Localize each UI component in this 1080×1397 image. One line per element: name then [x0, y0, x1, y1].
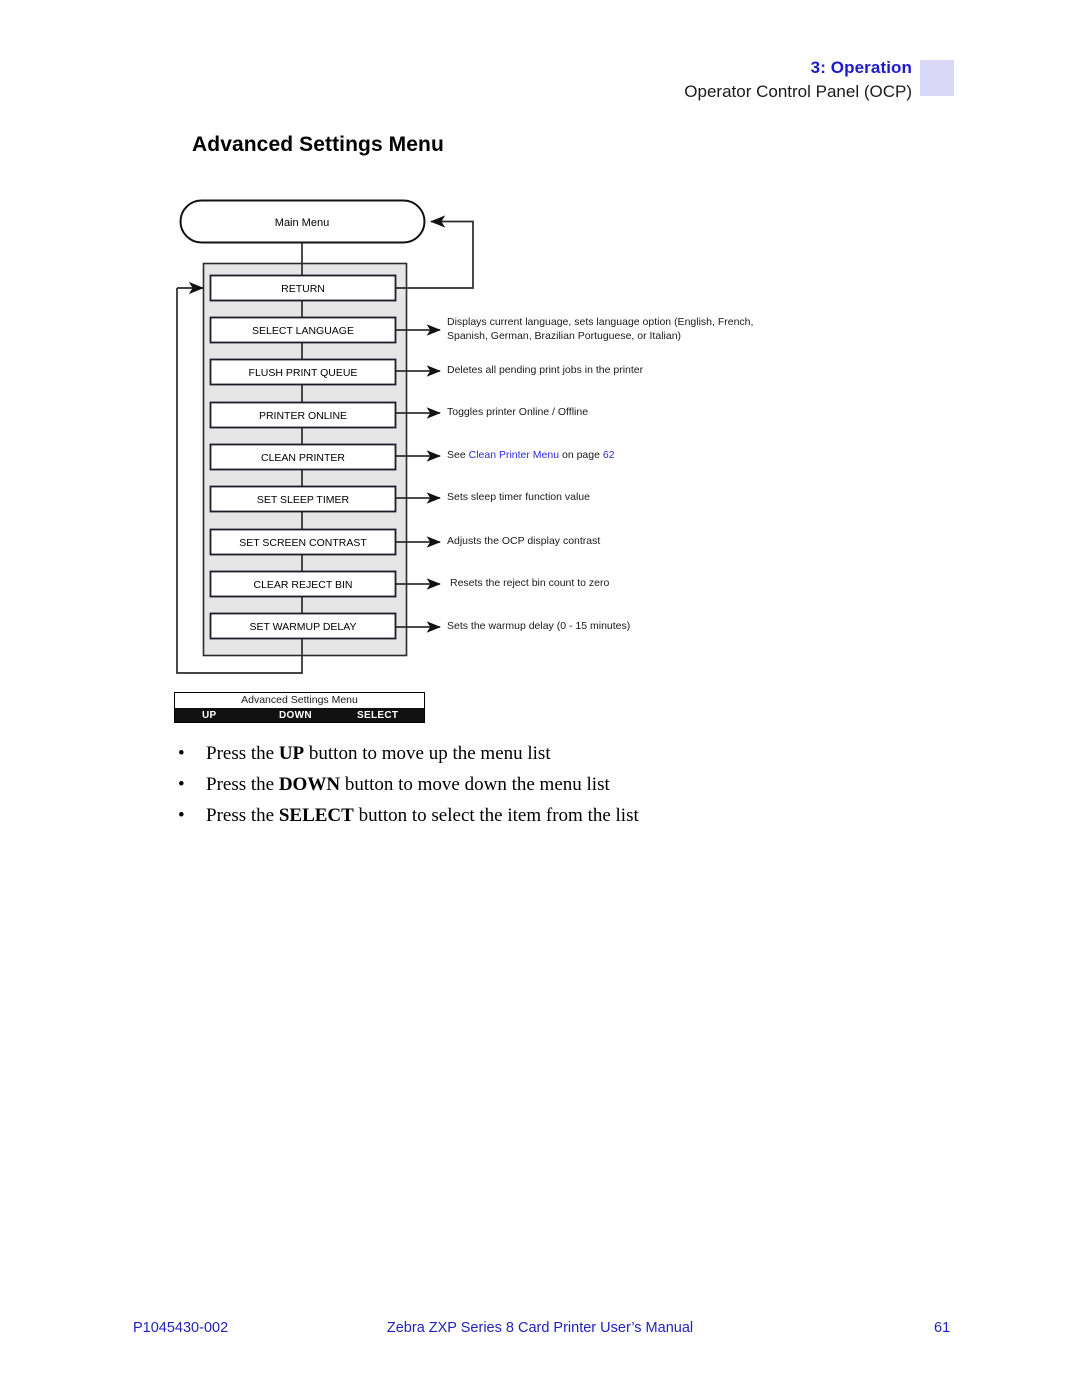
menu-item-set-screen-contrast: SET SCREEN CONTRAST: [209, 528, 397, 556]
menu-item-set-screen-contrast-label: SET SCREEN CONTRAST: [239, 537, 367, 549]
annotation-clean-printer-prefix: See: [447, 449, 469, 461]
instruction-list: • Press the UP button to move up the menu…: [174, 738, 874, 831]
ocp-button-bar: UP DOWN SELECT: [175, 708, 424, 722]
instruction-item-down: • Press the DOWN button to move down the …: [174, 769, 874, 800]
instruction-item-select: • Press the SELECT button to select the i…: [174, 800, 874, 831]
menu-item-printer-online: PRINTER ONLINE: [209, 401, 397, 429]
instruction-prefix: Press the: [206, 805, 279, 826]
instruction-key-select: SELECT: [278, 805, 354, 826]
menu-item-set-sleep-timer-label: SET SLEEP TIMER: [257, 494, 350, 506]
main-menu-node-label: Main Menu: [275, 217, 329, 229]
menu-item-return: RETURN: [209, 274, 397, 302]
menu-item-select-language-label: SELECT LANGUAGE: [252, 325, 354, 337]
instruction-suffix: button to select the item from the list: [353, 805, 639, 826]
annotation-set-sleep-timer: Sets sleep timer function value: [447, 491, 590, 503]
annotation-flush-print-queue: Deletes all pending print jobs in the pr…: [447, 364, 644, 376]
ocp-display-text: Advanced Settings Menu: [175, 693, 424, 708]
clean-printer-menu-link[interactable]: Clean Printer Menu: [469, 449, 559, 461]
bullet-icon: •: [178, 805, 185, 826]
menu-item-flush-print-queue-label: FLUSH PRINT QUEUE: [249, 367, 358, 379]
advanced-settings-menu-diagram: Main Menu RETURN SELECT LANGUAGE FLUSH P…: [0, 0, 1080, 760]
annotation-clean-printer: See Clean Printer Menu on page 62: [447, 449, 615, 463]
clean-printer-menu-page[interactable]: 62: [603, 449, 615, 461]
ocp-up-button[interactable]: UP: [202, 710, 217, 721]
instruction-prefix: Press the: [206, 743, 279, 764]
annotation-printer-online: Toggles printer Online / Offline: [447, 406, 589, 418]
annotation-clean-printer-suffix: on page: [559, 449, 603, 461]
menu-item-set-warmup-delay: SET WARMUP DELAY: [209, 612, 397, 640]
menu-item-clear-reject-bin-label: CLEAR REJECT BIN: [254, 579, 353, 591]
menu-item-clear-reject-bin: CLEAR REJECT BIN: [209, 570, 397, 598]
bullet-icon: •: [178, 743, 185, 764]
menu-item-select-language: SELECT LANGUAGE: [209, 316, 397, 344]
ocp-select-button[interactable]: SELECT: [357, 710, 398, 721]
annotation-select-language: Displays current language, sets language…: [447, 316, 754, 342]
menu-item-set-sleep-timer: SET SLEEP TIMER: [209, 485, 397, 513]
instruction-item-up: • Press the UP button to move up the menu…: [174, 738, 874, 769]
annotation-set-screen-contrast: Adjusts the OCP display contrast: [447, 535, 601, 547]
instruction-key-down: DOWN: [278, 774, 341, 795]
menu-item-clean-printer: CLEAN PRINTER: [209, 443, 397, 471]
ocp-down-button[interactable]: DOWN: [279, 710, 312, 721]
footer-page-number: 61: [934, 1320, 951, 1336]
bullet-icon: •: [178, 774, 185, 795]
instruction-suffix: button to move up the menu list: [304, 743, 551, 764]
instruction-suffix: button to move down the menu list: [340, 774, 610, 795]
annotation-set-warmup-delay: Sets the warmup delay (0 - 15 minutes): [447, 620, 631, 632]
annotation-clear-reject-bin: Resets the reject bin count to zero: [450, 577, 610, 589]
menu-item-clean-printer-label: CLEAN PRINTER: [261, 452, 345, 464]
menu-item-printer-online-label: PRINTER ONLINE: [259, 410, 347, 422]
footer-manual-title: Zebra ZXP Series 8 Card Printer User’s M…: [386, 1320, 694, 1336]
instruction-key-up: UP: [278, 743, 305, 764]
ocp-panel: Advanced Settings Menu UP DOWN SELECT: [174, 692, 425, 723]
menu-item-set-warmup-delay-label: SET WARMUP DELAY: [250, 621, 357, 633]
page-footer: P1045430-002 Zebra ZXP Series 8 Card Pri…: [0, 1320, 1080, 1350]
menu-item-flush-print-queue: FLUSH PRINT QUEUE: [209, 358, 397, 386]
menu-item-return-label: RETURN: [281, 283, 325, 295]
instruction-prefix: Press the: [206, 774, 279, 795]
